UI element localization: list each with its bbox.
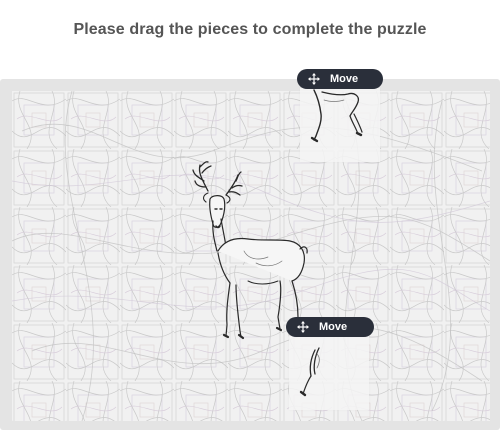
move-arrows-icon xyxy=(297,321,309,333)
piece-2-move-handle[interactable]: Move xyxy=(286,317,374,337)
piece-2-move-label: Move xyxy=(319,321,348,333)
puzzle-piece-2[interactable] xyxy=(289,336,369,410)
piece-1-image xyxy=(310,89,363,143)
piece-1-move-label: Move xyxy=(330,73,359,85)
captcha-page: Please drag the pieces to complete the p… xyxy=(0,0,500,430)
instruction-title: Please drag the pieces to complete the p… xyxy=(73,21,427,38)
puzzle-board xyxy=(12,91,490,421)
puzzle-background xyxy=(12,91,490,421)
piece-1-move-handle[interactable]: Move xyxy=(297,69,383,89)
move-arrows-icon xyxy=(308,73,320,85)
piece-2-image xyxy=(299,347,320,397)
puzzle-piece-1[interactable] xyxy=(300,88,380,162)
